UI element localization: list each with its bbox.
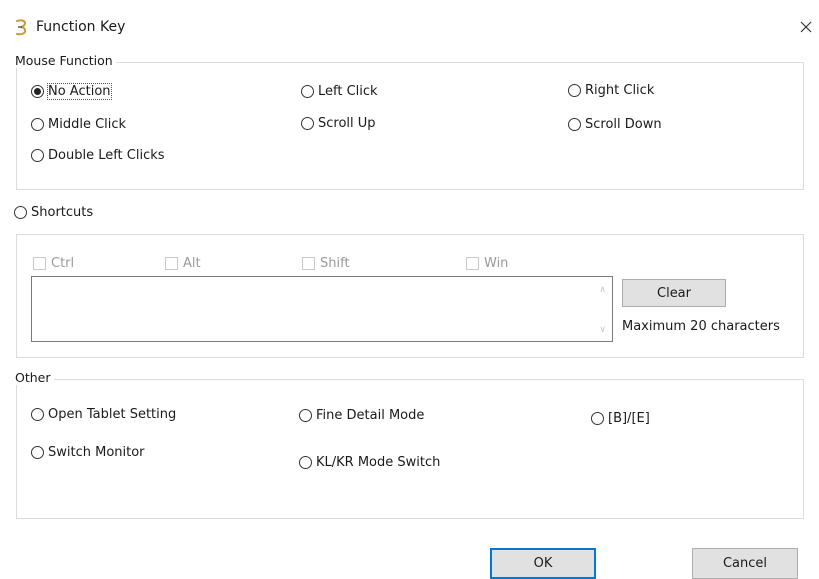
- radio-indicator: [31, 118, 44, 131]
- radio-indicator: [591, 412, 604, 425]
- radio-indicator: [14, 206, 27, 219]
- checkbox-label: Win: [484, 256, 509, 271]
- checkbox-ctrl[interactable]: Ctrl: [33, 256, 74, 271]
- radio-indicator: [31, 149, 44, 162]
- radio-label: KL/KR Mode Switch: [316, 455, 441, 470]
- other-label: Other: [15, 370, 54, 385]
- radio-label: Scroll Up: [318, 116, 376, 131]
- radio-label: Middle Click: [48, 117, 127, 132]
- checkbox-shift[interactable]: Shift: [302, 256, 350, 271]
- checkbox-box: [466, 257, 479, 270]
- radio-indicator: [301, 85, 314, 98]
- radio-label: Open Tablet Setting: [48, 407, 177, 422]
- radio-right-click[interactable]: Right Click: [568, 83, 654, 98]
- radio-fine-detail-mode[interactable]: Fine Detail Mode: [299, 408, 424, 423]
- window-title: Function Key: [36, 19, 126, 35]
- ok-button[interactable]: OK: [490, 548, 596, 579]
- radio-left-click[interactable]: Left Click: [301, 84, 378, 99]
- radio-double-left-clicks[interactable]: Double Left Clicks: [31, 148, 165, 163]
- scroll-down-arrow-icon[interactable]: ∨: [599, 325, 606, 335]
- radio-indicator: [301, 117, 314, 130]
- radio-label: Double Left Clicks: [48, 148, 165, 163]
- mouse-function-label: Mouse Function: [15, 53, 116, 68]
- close-icon[interactable]: [796, 16, 816, 38]
- title-bar: Function Key: [0, 10, 819, 44]
- radio-label: Fine Detail Mode: [316, 408, 425, 423]
- radio-label: No Action: [47, 83, 112, 100]
- clear-button[interactable]: Clear: [622, 279, 726, 307]
- checkbox-win[interactable]: Win: [466, 256, 508, 271]
- radio-kl-kr-mode-switch[interactable]: KL/KR Mode Switch: [299, 455, 440, 470]
- radio-indicator: [31, 446, 44, 459]
- radio-label: Switch Monitor: [48, 445, 145, 460]
- checkbox-label: Shift: [320, 256, 350, 271]
- radio-open-tablet-setting[interactable]: Open Tablet Setting: [31, 407, 176, 422]
- cancel-button[interactable]: Cancel: [692, 548, 798, 579]
- radio-b-e[interactable]: [B]/[E]: [591, 411, 650, 426]
- radio-scroll-up[interactable]: Scroll Up: [301, 116, 376, 131]
- mouse-function-group: [16, 62, 804, 190]
- checkbox-box: [33, 257, 46, 270]
- radio-indicator: [31, 408, 44, 421]
- radio-indicator: [299, 409, 312, 422]
- checkbox-box: [165, 257, 178, 270]
- shortcut-input[interactable]: ∧ ∨: [31, 276, 613, 342]
- checkbox-label: Alt: [183, 256, 201, 271]
- max-characters-hint: Maximum 20 characters: [622, 319, 780, 334]
- radio-middle-click[interactable]: Middle Click: [31, 117, 126, 132]
- checkbox-box: [302, 257, 315, 270]
- radio-indicator: [31, 85, 44, 98]
- radio-no-action[interactable]: No Action: [31, 83, 112, 100]
- radio-indicator: [299, 456, 312, 469]
- radio-switch-monitor[interactable]: Switch Monitor: [31, 445, 145, 460]
- function-key-dialog: Function Key Mouse Function No Action Le…: [0, 0, 819, 579]
- scroll-up-arrow-icon[interactable]: ∧: [599, 285, 606, 295]
- checkbox-label: Ctrl: [51, 256, 75, 271]
- radio-shortcuts[interactable]: Shortcuts: [14, 205, 93, 220]
- checkbox-alt[interactable]: Alt: [165, 256, 201, 271]
- radio-label: Left Click: [318, 84, 378, 99]
- radio-scroll-down[interactable]: Scroll Down: [568, 117, 662, 132]
- radio-indicator: [568, 84, 581, 97]
- radio-indicator: [568, 118, 581, 131]
- app-logo-icon: [16, 19, 27, 36]
- radio-label: [B]/[E]: [608, 411, 650, 426]
- radio-label: Scroll Down: [585, 117, 662, 132]
- radio-label: Right Click: [585, 83, 655, 98]
- radio-label: Shortcuts: [31, 205, 94, 220]
